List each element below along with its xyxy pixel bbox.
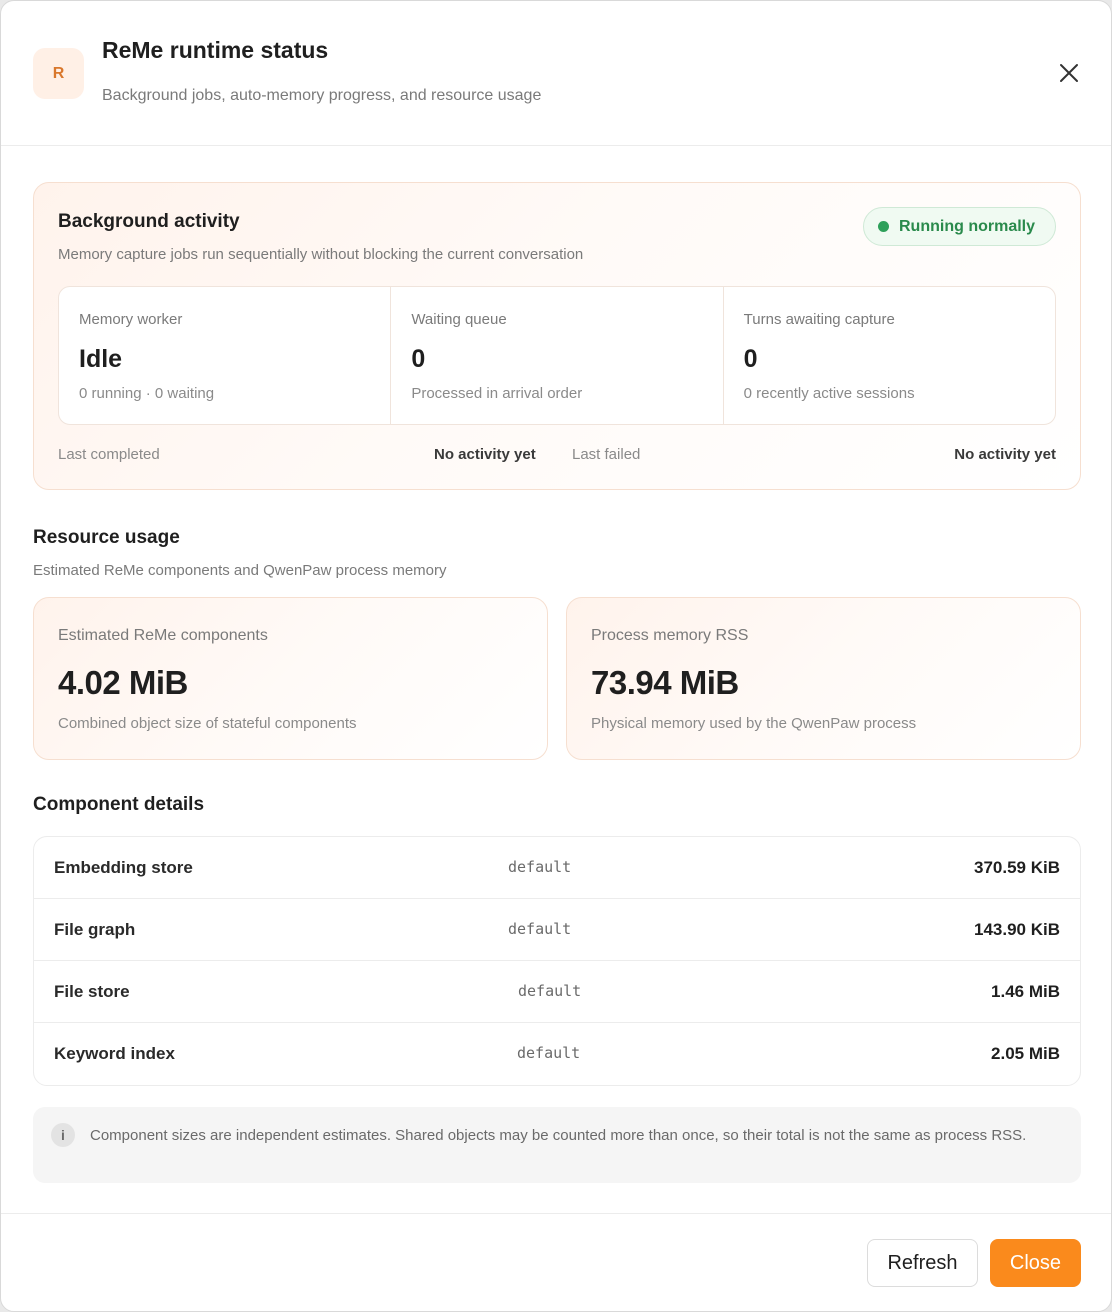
status-badge: Running normally <box>863 207 1056 246</box>
stat-value: Idle <box>79 345 123 373</box>
background-activity-card: Background activity Memory capture jobs … <box>33 182 1081 490</box>
component-name: Embedding store <box>54 858 193 877</box>
stat-value: 0 <box>743 345 758 373</box>
background-activity-subtitle: Memory capture jobs run sequentially wit… <box>58 246 584 263</box>
dialog-footer: Refresh Close <box>1 1213 1111 1311</box>
status-dot-icon <box>878 221 889 232</box>
last-failed-label: Last failed <box>572 446 641 463</box>
resource-value: 4.02 MiB <box>58 664 188 701</box>
resource-label: Process memory RSS <box>591 627 749 644</box>
activity-stats: Memory worker Idle 0 running · 0 waiting… <box>58 286 1056 425</box>
table-row: Embedding store default 370.59 KiB <box>34 837 1080 899</box>
last-completed-value: No activity yet <box>434 446 536 463</box>
stat-note: 0 running · 0 waiting <box>79 385 215 402</box>
info-icon: i <box>51 1123 75 1147</box>
component-size: 370.59 KiB <box>974 858 1060 877</box>
component-name: File store <box>54 982 130 1001</box>
component-scope: default <box>518 982 582 1000</box>
dialog-header: R ReMe runtime status Background jobs, a… <box>1 1 1111 146</box>
component-scope: default <box>517 1044 581 1062</box>
component-scope: default <box>508 858 572 876</box>
dialog-subtitle: Background jobs, auto-memory progress, a… <box>102 87 542 104</box>
component-size: 143.90 KiB <box>974 920 1060 939</box>
table-row: Keyword index default 2.05 MiB <box>34 1023 1080 1085</box>
component-table: Embedding store default 370.59 KiB File … <box>33 836 1081 1086</box>
last-completed-label: Last completed <box>58 446 160 463</box>
table-row: File store default 1.46 MiB <box>34 961 1080 1023</box>
resource-usage-title: Resource usage <box>33 527 180 548</box>
resource-value: 73.94 MiB <box>591 664 739 701</box>
component-size: 1.46 MiB <box>991 982 1060 1001</box>
table-row: File graph default 143.90 KiB <box>34 899 1080 961</box>
activity-meta: Last completed No activity yet Last fail… <box>58 446 1056 466</box>
background-activity-title: Background activity <box>58 211 240 232</box>
component-name: File graph <box>54 920 136 939</box>
stat-note: Processed in arrival order <box>411 385 583 402</box>
stat-memory-worker: Memory worker Idle 0 running · 0 waiting <box>59 287 392 424</box>
close-button[interactable]: Close <box>990 1239 1081 1287</box>
dialog-title: ReMe runtime status <box>102 37 329 63</box>
component-size: 2.05 MiB <box>991 1044 1060 1063</box>
stat-waiting-queue: Waiting queue 0 Processed in arrival ord… <box>391 287 724 424</box>
stat-turns-awaiting: Turns awaiting capture 0 0 recently acti… <box>724 287 1055 424</box>
stat-label: Turns awaiting capture <box>743 311 895 328</box>
app-logo: R <box>33 48 84 99</box>
status-text: Running normally <box>899 217 1035 235</box>
runtime-status-dialog: R ReMe runtime status Background jobs, a… <box>0 0 1112 1312</box>
stat-note: 0 recently active sessions <box>743 385 915 402</box>
info-text: Component sizes are independent estimate… <box>90 1127 1027 1144</box>
stat-label: Waiting queue <box>411 311 507 328</box>
resource-label: Estimated ReMe components <box>58 627 268 644</box>
info-note: i Component sizes are independent estima… <box>33 1107 1081 1183</box>
process-memory-card: Process memory RSS 73.94 MiB Physical me… <box>566 597 1081 760</box>
component-scope: default <box>508 920 572 938</box>
resource-note: Physical memory used by the QwenPaw proc… <box>591 715 917 732</box>
close-icon[interactable] <box>1051 55 1087 91</box>
refresh-button[interactable]: Refresh <box>867 1239 978 1287</box>
resource-note: Combined object size of stateful compone… <box>58 715 357 732</box>
component-details-title: Component details <box>33 794 205 815</box>
stat-value: 0 <box>411 345 426 373</box>
stat-label: Memory worker <box>79 311 183 328</box>
resource-usage-subtitle: Estimated ReMe components and QwenPaw pr… <box>33 562 447 579</box>
component-name: Keyword index <box>54 1044 175 1063</box>
reme-components-card: Estimated ReMe components 4.02 MiB Combi… <box>33 597 548 760</box>
last-failed-value: No activity yet <box>954 446 1056 463</box>
